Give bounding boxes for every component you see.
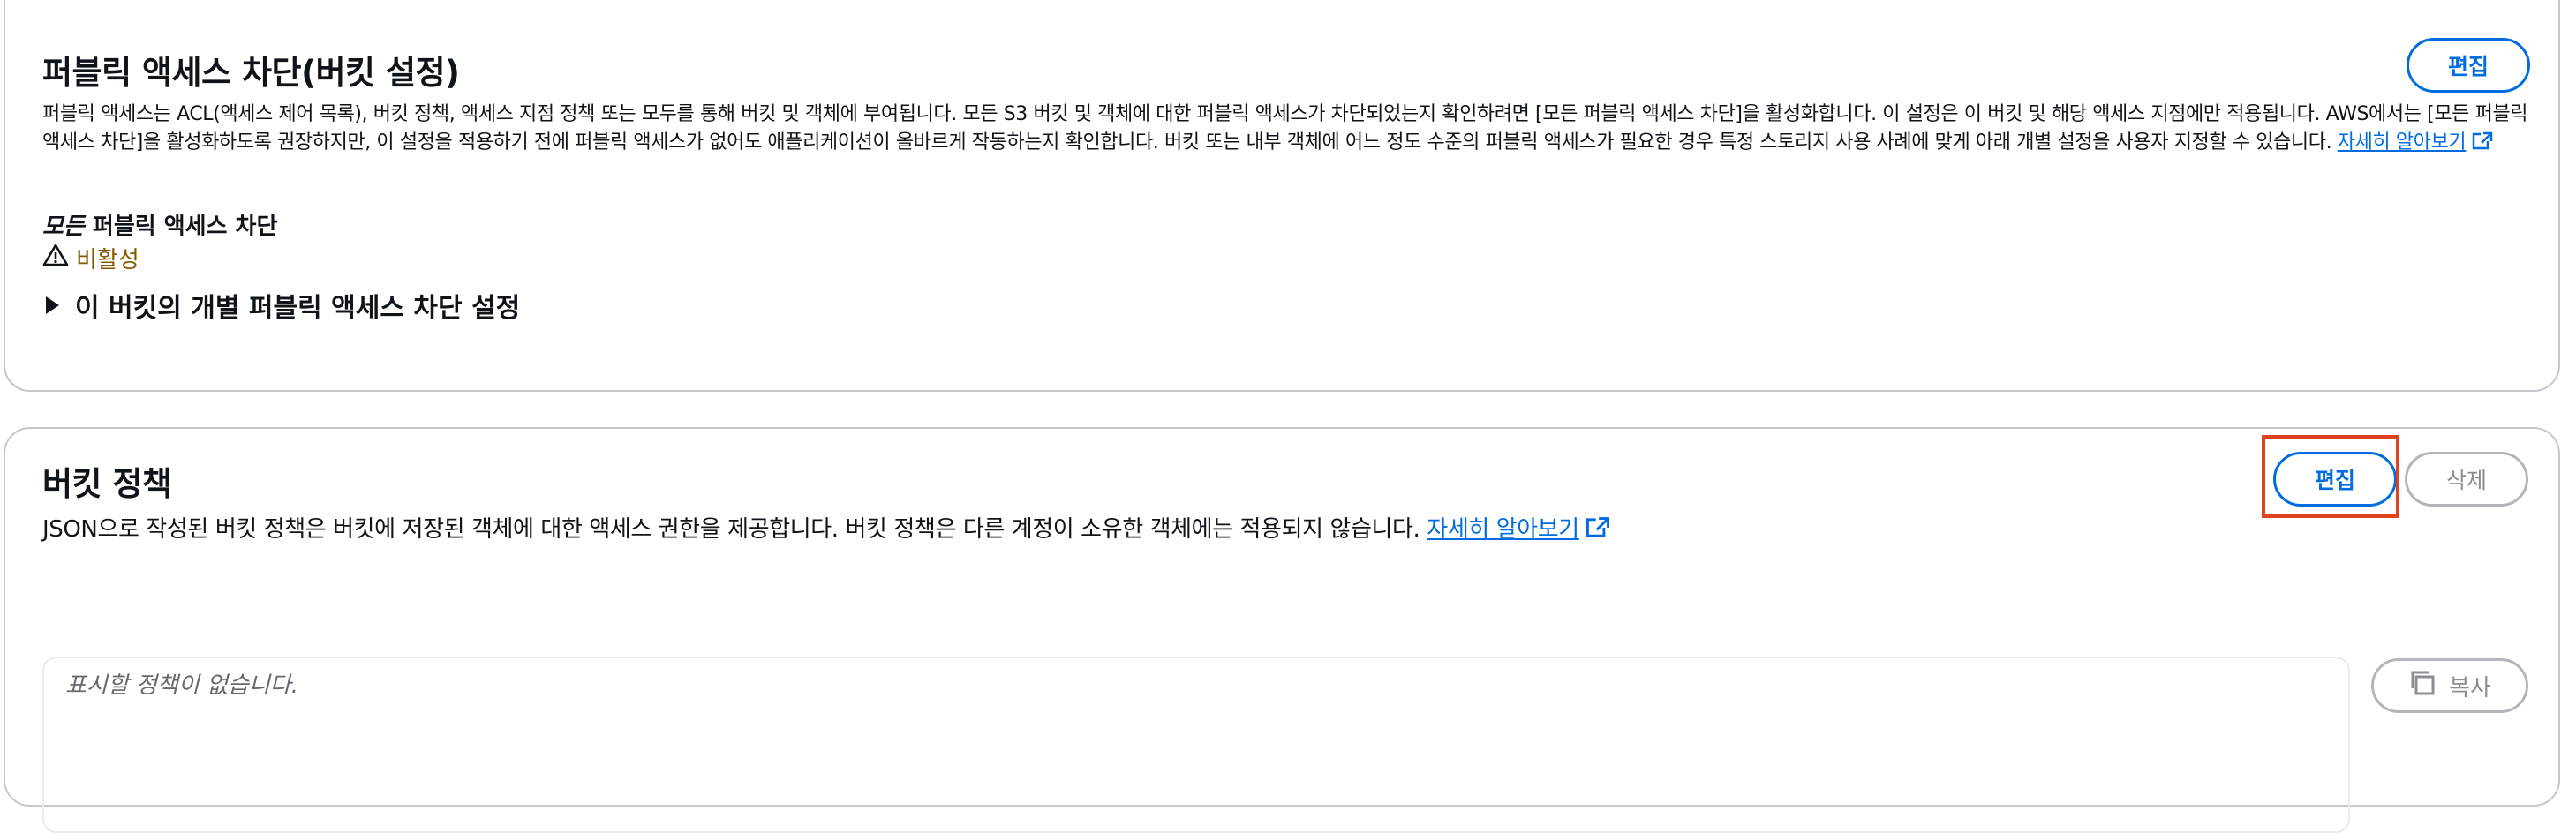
block-public-access-edit-button[interactable]: 편집 bbox=[2407, 38, 2530, 93]
warning-icon bbox=[42, 243, 69, 274]
bucket-policy-delete-button[interactable]: 삭제 bbox=[2405, 452, 2528, 507]
individual-settings-expander[interactable]: 이 버킷의 개별 퍼블릭 액세스 차단 설정 bbox=[46, 286, 520, 325]
external-link-icon bbox=[2471, 131, 2494, 160]
block-public-access-learn-more-link[interactable]: 자세히 알아보기 bbox=[2338, 131, 2494, 154]
external-link-icon bbox=[1585, 516, 1611, 548]
block-all-status: 비활성 bbox=[42, 242, 139, 274]
policy-empty-text: 표시할 정책이 없습니다. bbox=[65, 672, 298, 699]
caret-right-icon bbox=[46, 296, 59, 314]
bucket-policy-title: 버킷 정책 bbox=[42, 465, 172, 503]
copy-icon bbox=[2408, 669, 2437, 703]
learn-more-label: 자세히 알아보기 bbox=[2337, 131, 2467, 154]
status-text: 비활성 bbox=[76, 247, 139, 274]
block-all-label-rest: 퍼블릭 액세스 차단 bbox=[84, 214, 278, 240]
block-public-access-description: 퍼블릭 액세스는 ACL(액세스 제어 목록), 버킷 정책, 액세스 지점 정… bbox=[42, 101, 2532, 160]
individual-settings-label: 이 버킷의 개별 퍼블릭 액세스 차단 설정 bbox=[75, 293, 521, 324]
block-all-public-access-label: 모든 퍼블릭 액세스 차단 bbox=[42, 208, 277, 241]
block-public-access-panel: 퍼블릭 액세스 차단(버킷 설정) 편집 퍼블릭 액세스는 ACL(액세스 제어… bbox=[4, 0, 2560, 392]
block-public-access-description-text: 퍼블릭 액세스는 ACL(액세스 제어 목록), 버킷 정책, 액세스 지점 정… bbox=[42, 103, 2528, 154]
policy-code-editor[interactable]: 표시할 정책이 없습니다. bbox=[42, 657, 2350, 833]
learn-more-label: 자세히 알아보기 bbox=[1427, 516, 1579, 543]
bucket-policy-description: JSON으로 작성된 버킷 정책은 버킷에 저장된 객체에 대한 액세스 권한을… bbox=[42, 514, 2249, 548]
block-public-access-title: 퍼블릭 액세스 차단(버킷 설정) bbox=[42, 54, 460, 92]
bucket-policy-description-text: JSON으로 작성된 버킷 정책은 버킷에 저장된 객체에 대한 액세스 권한을… bbox=[42, 516, 1420, 543]
block-all-emphasis: 모든 bbox=[42, 214, 85, 240]
bucket-policy-learn-more-link[interactable]: 자세히 알아보기 bbox=[1427, 516, 1611, 543]
bucket-policy-panel: 버킷 정책 편집 삭제 JSON으로 작성된 버킷 정책은 버킷에 저장된 객체… bbox=[4, 427, 2560, 833]
bucket-policy-copy-button[interactable]: 복사 bbox=[2371, 658, 2528, 713]
edit-button-highlight bbox=[2262, 435, 2399, 518]
copy-label: 복사 bbox=[2449, 674, 2491, 702]
